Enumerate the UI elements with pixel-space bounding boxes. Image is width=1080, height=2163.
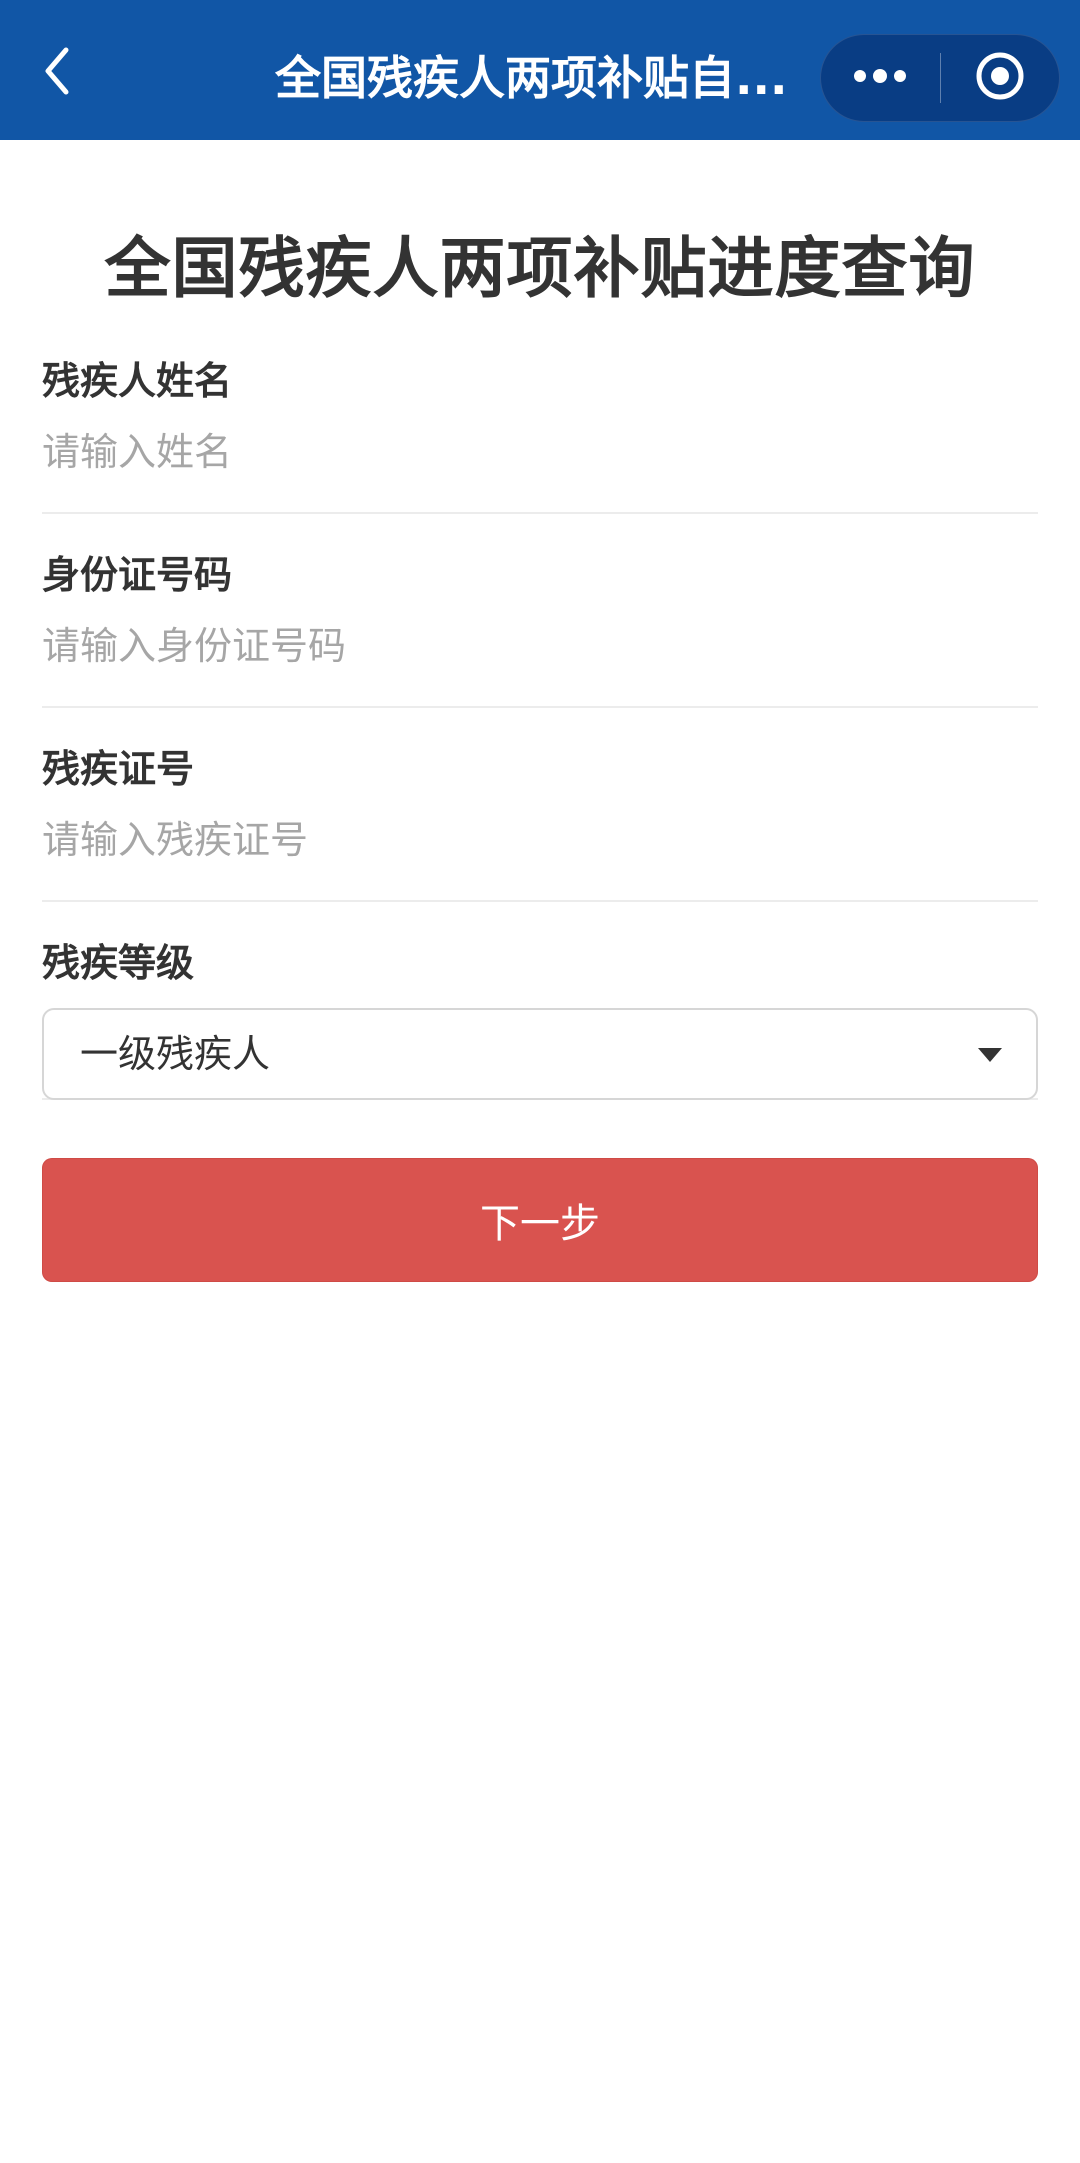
disability-level-label: 残疾等级 [42, 941, 195, 985]
nav-title: 全国残疾人两项补贴自... [275, 51, 788, 105]
next-button-label: 下一步 [480, 1201, 600, 1247]
name-label: 残疾人姓名 [42, 359, 233, 403]
id-number-field: 身份证号码 [42, 514, 1038, 708]
name-input[interactable] [42, 422, 1038, 482]
form-page: 全国残疾人两项补贴进度查询 残疾人姓名 身份证号码 残疾证号 残疾等级 一级残疾… [0, 140, 1080, 1282]
disability-level-field: 残疾等级 一级残疾人 [42, 902, 1038, 1100]
disability-certificate-input[interactable] [42, 810, 1038, 870]
miniprogram-capsule [820, 34, 1060, 122]
miniprogram-close-icon [974, 50, 1026, 106]
page-title: 全国残疾人两项补贴进度查询 [104, 230, 976, 307]
more-dots-icon [850, 67, 910, 89]
chevron-left-icon [40, 44, 74, 102]
name-field: 残疾人姓名 [42, 320, 1038, 514]
close-miniprogram-button[interactable] [940, 34, 1059, 122]
disability-certificate-label: 残疾证号 [42, 747, 195, 791]
top-navigation-bar: 全国残疾人两项补贴自... [0, 0, 1080, 140]
disability-level-select[interactable]: 一级残疾人 [42, 1008, 1038, 1100]
id-number-input[interactable] [42, 616, 1038, 676]
back-button[interactable] [30, 46, 84, 100]
disability-level-value: 一级残疾人 [80, 1032, 271, 1076]
disability-certificate-field: 残疾证号 [42, 708, 1038, 902]
caret-down-icon [978, 1048, 1002, 1062]
next-button[interactable]: 下一步 [42, 1158, 1038, 1282]
more-button[interactable] [821, 34, 940, 122]
id-number-label: 身份证号码 [42, 553, 233, 597]
